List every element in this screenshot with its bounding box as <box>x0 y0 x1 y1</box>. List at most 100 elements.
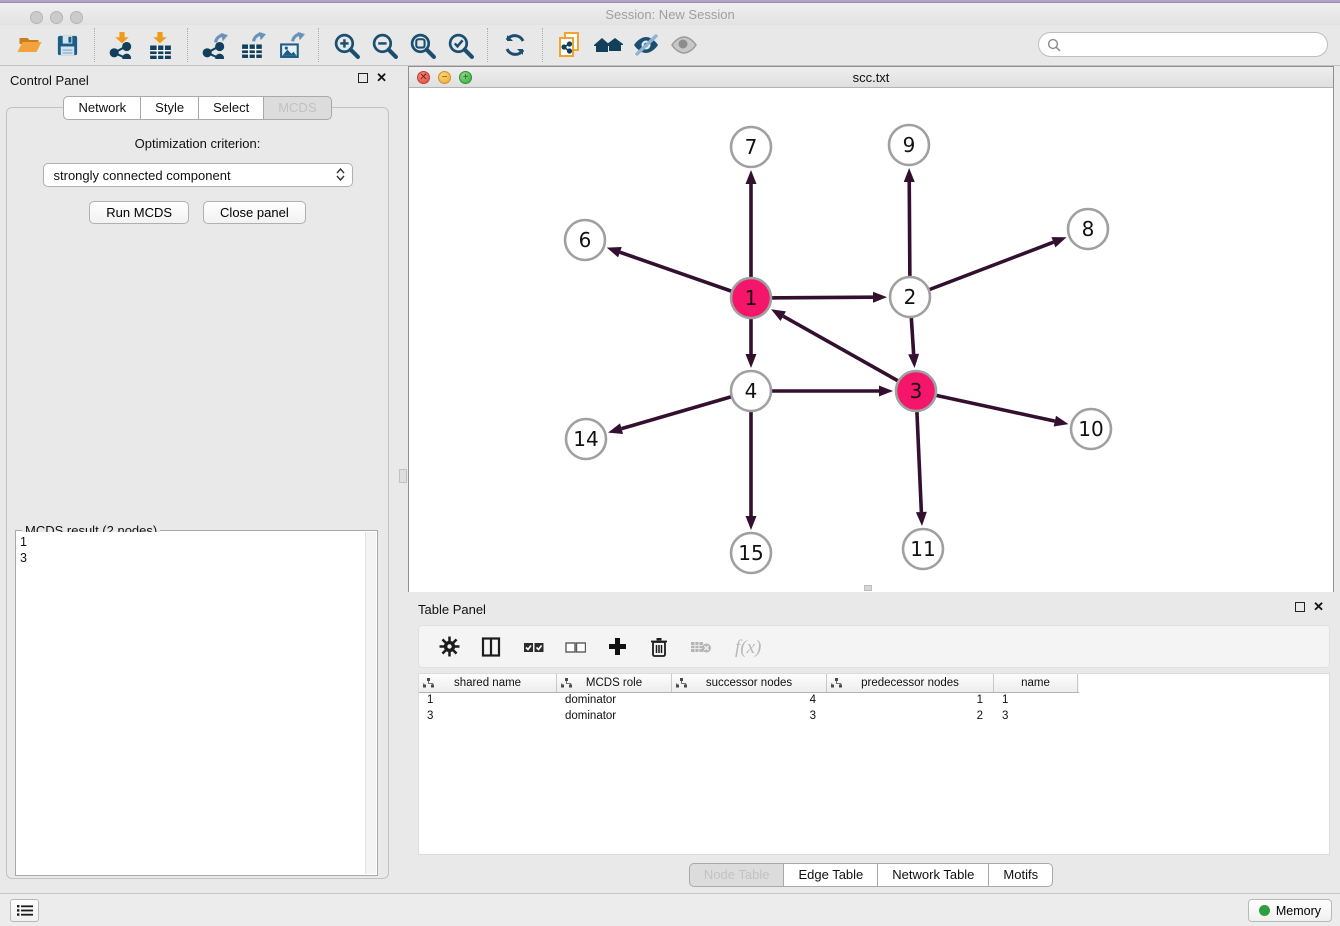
search-field[interactable] <box>1038 32 1328 57</box>
graph-node-label: 10 <box>1078 417 1103 441</box>
table-toolbar: f(x) <box>418 625 1330 668</box>
tab-node-table[interactable]: Node Table <box>689 863 784 887</box>
graph-node-label: 6 <box>579 228 592 252</box>
eye-icon <box>670 32 698 58</box>
export-table-button[interactable] <box>234 27 272 63</box>
graph-edge-2-8[interactable] <box>910 242 1053 297</box>
cell-shared-name: 3 <box>419 709 557 725</box>
dropdown-stepper-icon <box>336 168 345 181</box>
show-all-button[interactable] <box>665 27 703 63</box>
table-header-row: shared name MCDS role successor nodes pr… <box>419 674 1079 693</box>
save-floppy-icon <box>55 33 80 58</box>
titlebar: Session: New Session <box>0 3 1340 25</box>
column-header[interactable]: successor nodes <box>672 674 827 692</box>
import-network-icon <box>109 32 136 59</box>
add-column-button[interactable] <box>603 633 631 661</box>
delete-table-button[interactable] <box>687 633 715 661</box>
import-table-button[interactable] <box>141 27 179 63</box>
delete-column-button[interactable] <box>645 633 673 661</box>
optimization-criterion-label: Optimization criterion: <box>7 136 388 151</box>
table-row[interactable]: 3 dominator 3 2 3 <box>419 709 1329 725</box>
network-graph[interactable]: 7968124314101511 <box>409 89 1333 592</box>
deselect-all-columns-button[interactable] <box>561 633 589 661</box>
graph-node-label: 8 <box>1082 217 1095 241</box>
graph-edge-arrowhead <box>746 170 757 184</box>
table-tabs: Node Table Edge Table Network Table Moti… <box>408 863 1334 887</box>
open-session-button[interactable] <box>10 27 48 63</box>
tab-select[interactable]: Select <box>198 96 263 120</box>
cell-predecessor-nodes: 1 <box>827 693 994 709</box>
tab-edge-table[interactable]: Edge Table <box>783 863 877 887</box>
graph-node-label: 2 <box>904 285 917 309</box>
refresh-layout-button[interactable] <box>496 27 534 63</box>
float-panel-icon[interactable] <box>1295 602 1305 612</box>
column-header[interactable]: predecessor nodes <box>827 674 994 692</box>
graph-node-label: 3 <box>910 379 923 403</box>
cell-name: 1 <box>994 693 1078 709</box>
cell-predecessor-nodes: 2 <box>827 709 994 725</box>
criterion-dropdown[interactable]: strongly connected component <box>43 163 353 187</box>
window-top-border <box>0 0 1340 3</box>
bottom-splitter-grip[interactable] <box>864 585 872 591</box>
tab-network-table[interactable]: Network Table <box>877 863 988 887</box>
close-panel-button[interactable]: Close panel <box>203 201 306 224</box>
column-header[interactable]: shared name <box>419 674 557 692</box>
save-session-button[interactable] <box>48 27 86 63</box>
float-panel-icon[interactable] <box>358 73 368 83</box>
columns-icon <box>481 637 501 657</box>
graph-edge-arrowhead <box>904 168 915 182</box>
function-builder-button[interactable]: f(x) <box>729 633 773 661</box>
tree-icon <box>561 678 572 688</box>
zoom-fit-icon <box>409 32 436 59</box>
select-all-columns-button[interactable] <box>519 633 547 661</box>
column-header[interactable]: name <box>994 674 1078 692</box>
export-image-button[interactable] <box>272 27 310 63</box>
reset-view-button[interactable] <box>589 27 627 63</box>
import-network-button[interactable] <box>103 27 141 63</box>
export-network-icon <box>202 32 229 59</box>
zoom-out-button[interactable] <box>365 27 403 63</box>
graph-edge-arrowhead <box>607 247 622 257</box>
task-history-button[interactable] <box>10 899 39 922</box>
close-panel-icon[interactable]: ✕ <box>1313 602 1324 612</box>
tab-motifs[interactable]: Motifs <box>988 863 1053 887</box>
svg-text:f(x): f(x) <box>735 637 761 658</box>
run-mcds-button[interactable]: Run MCDS <box>89 201 189 224</box>
toolbar-separator <box>542 28 543 62</box>
network-window-titlebar[interactable]: ✕ − + scc.txt <box>409 67 1333 88</box>
table-row[interactable]: 1 dominator 4 1 1 <box>419 693 1329 709</box>
table-settings-button[interactable] <box>435 633 463 661</box>
mcds-result-scrollbar[interactable] <box>365 532 376 874</box>
toolbar-separator <box>187 28 188 62</box>
close-panel-icon[interactable]: ✕ <box>376 73 387 83</box>
toolbar-separator <box>94 28 95 62</box>
show-columns-button[interactable] <box>477 633 505 661</box>
graph-edge-3-1[interactable] <box>783 316 916 391</box>
mcds-result-text[interactable]: 1 3 <box>17 532 365 874</box>
zoom-in-icon <box>333 32 360 59</box>
zoom-in-button[interactable] <box>327 27 365 63</box>
search-input[interactable] <box>1061 35 1327 55</box>
graph-node-label: 15 <box>738 541 763 565</box>
graph-edge-arrowhead <box>908 354 919 368</box>
zoom-out-icon <box>371 32 398 59</box>
left-splitter-grip[interactable] <box>399 469 407 483</box>
graph-node-label: 14 <box>573 427 598 451</box>
zoom-fit-button[interactable] <box>403 27 441 63</box>
memory-button[interactable]: Memory <box>1248 899 1332 922</box>
tab-network[interactable]: Network <box>63 96 140 120</box>
node-table[interactable]: shared name MCDS role successor nodes pr… <box>418 673 1330 855</box>
zoom-selected-button[interactable] <box>441 27 479 63</box>
export-network-button[interactable] <box>196 27 234 63</box>
toolbar-separator <box>487 28 488 62</box>
duplicate-network-button[interactable] <box>551 27 589 63</box>
tab-mcds[interactable]: MCDS <box>263 96 331 120</box>
criterion-value: strongly connected component <box>54 168 231 183</box>
graph-node-label: 7 <box>745 135 758 159</box>
task-list-icon <box>17 904 33 917</box>
cell-successor-nodes: 4 <box>672 693 827 709</box>
graph-edge-3-10[interactable] <box>916 391 1055 421</box>
hide-selection-button[interactable] <box>627 27 665 63</box>
tab-style[interactable]: Style <box>140 96 198 120</box>
column-header[interactable]: MCDS role <box>557 674 672 692</box>
